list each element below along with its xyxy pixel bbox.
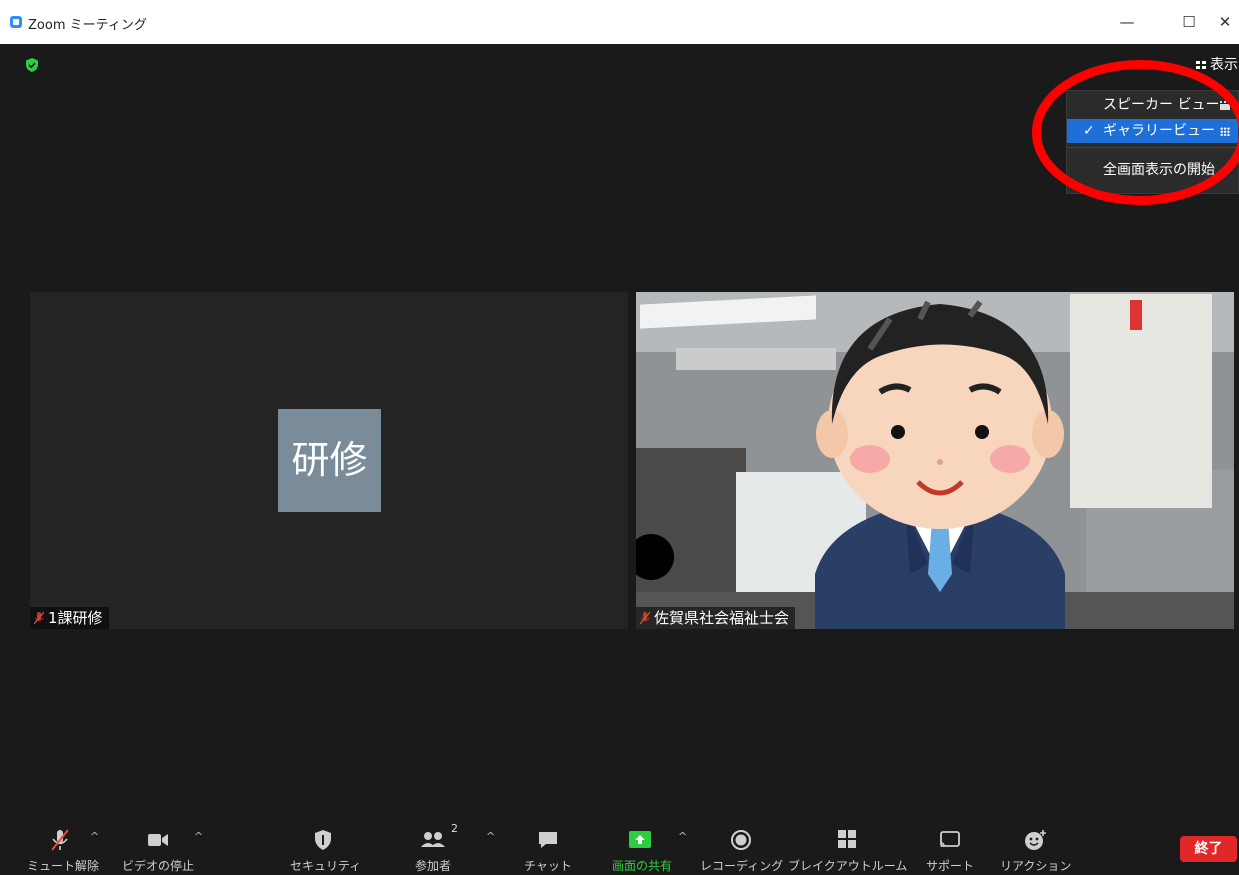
close-button[interactable]: ✕ — [1210, 10, 1239, 34]
participant-count: 2 — [451, 822, 458, 835]
security-button[interactable]: セキュリティ — [290, 818, 362, 875]
toolbar-label: チャット — [524, 859, 572, 873]
view-toggle-label: 表示 — [1210, 57, 1238, 73]
toolbar-label: セキュリティ — [290, 859, 362, 873]
stop-video-button[interactable]: ^ ビデオの停止 — [120, 818, 203, 875]
window-title: Zoom ミーティング — [28, 18, 147, 33]
mic-muted-icon — [640, 611, 650, 625]
options-caret[interactable]: ^ — [194, 830, 203, 843]
breakout-rooms-icon — [838, 830, 856, 848]
support-button[interactable]: サポート — [922, 818, 978, 875]
unmute-button[interactable]: ^ ミュート解除 — [24, 818, 102, 875]
meeting-toolbar: ^ ミュート解除 ^ ビデオの停止 セキュリティ 2 参加者 ^ チャット ^ … — [0, 818, 1239, 875]
maximize-button[interactable]: ☐ — [1174, 10, 1204, 34]
toolbar-label: リアクション — [1000, 859, 1072, 873]
share-screen-button[interactable]: ^ 画面の共有 — [600, 818, 687, 875]
toolbar-label: レコーディング — [700, 859, 784, 873]
video-camera-icon — [148, 834, 168, 846]
view-toggle[interactable]: 表示 — [1196, 54, 1238, 74]
participants-icon — [421, 832, 445, 847]
record-button[interactable]: レコーディング — [700, 818, 784, 875]
shield-icon — [315, 830, 331, 850]
mic-muted-icon — [51, 829, 69, 851]
options-caret[interactable]: ^ — [90, 830, 99, 843]
participant-name-tag: 1課研修 — [30, 607, 109, 629]
participant-name: 1課研修 — [48, 609, 103, 627]
toolbar-label: 参加者 — [414, 859, 451, 873]
zoom-app-icon — [10, 16, 22, 28]
participants-button[interactable]: 2 参加者 — [405, 818, 461, 875]
toolbar-label: ブレイクアウトルーム — [788, 859, 908, 873]
end-meeting-button[interactable]: 終了 — [1180, 836, 1237, 862]
minimize-button[interactable]: — — [1112, 10, 1142, 34]
participant-name: 佐賀県社会福祉士会 — [654, 609, 790, 627]
toolbar-label: サポート — [925, 859, 974, 873]
title-bar: Zoom ミーティング — ☐ ✕ — [0, 0, 1239, 44]
reactions-button[interactable]: リアクション — [1000, 818, 1072, 875]
grid-icon — [1196, 61, 1206, 69]
video-tile-saga[interactable]: 佐賀県社会福祉士会 — [636, 292, 1234, 629]
options-caret[interactable]: ^ — [678, 830, 687, 843]
support-cast-icon — [940, 831, 960, 847]
person-illustration — [815, 300, 1065, 629]
record-icon — [731, 830, 751, 850]
toolbar-label: 画面の共有 — [611, 859, 672, 873]
avatar: 研修 — [278, 409, 381, 512]
reaction-emoji-icon — [1025, 830, 1046, 850]
shield-check-icon[interactable] — [24, 57, 40, 73]
participant-name-tag: 佐賀県社会福祉士会 — [636, 607, 796, 629]
participants-options-caret[interactable]: ^ — [486, 830, 495, 843]
chat-button[interactable]: チャット — [520, 818, 576, 875]
annotation-circle — [1032, 60, 1239, 205]
mic-muted-icon — [34, 611, 44, 625]
share-screen-icon — [629, 831, 651, 848]
toolbar-label: ミュート解除 — [26, 859, 99, 873]
chat-icon — [539, 832, 557, 848]
toolbar-label: ビデオの停止 — [121, 859, 194, 873]
wall-calendar — [1070, 294, 1212, 508]
video-tile-training[interactable]: 研修 1課研修 — [30, 292, 628, 629]
breakout-rooms-button[interactable]: ブレイクアウトルーム — [788, 818, 908, 875]
